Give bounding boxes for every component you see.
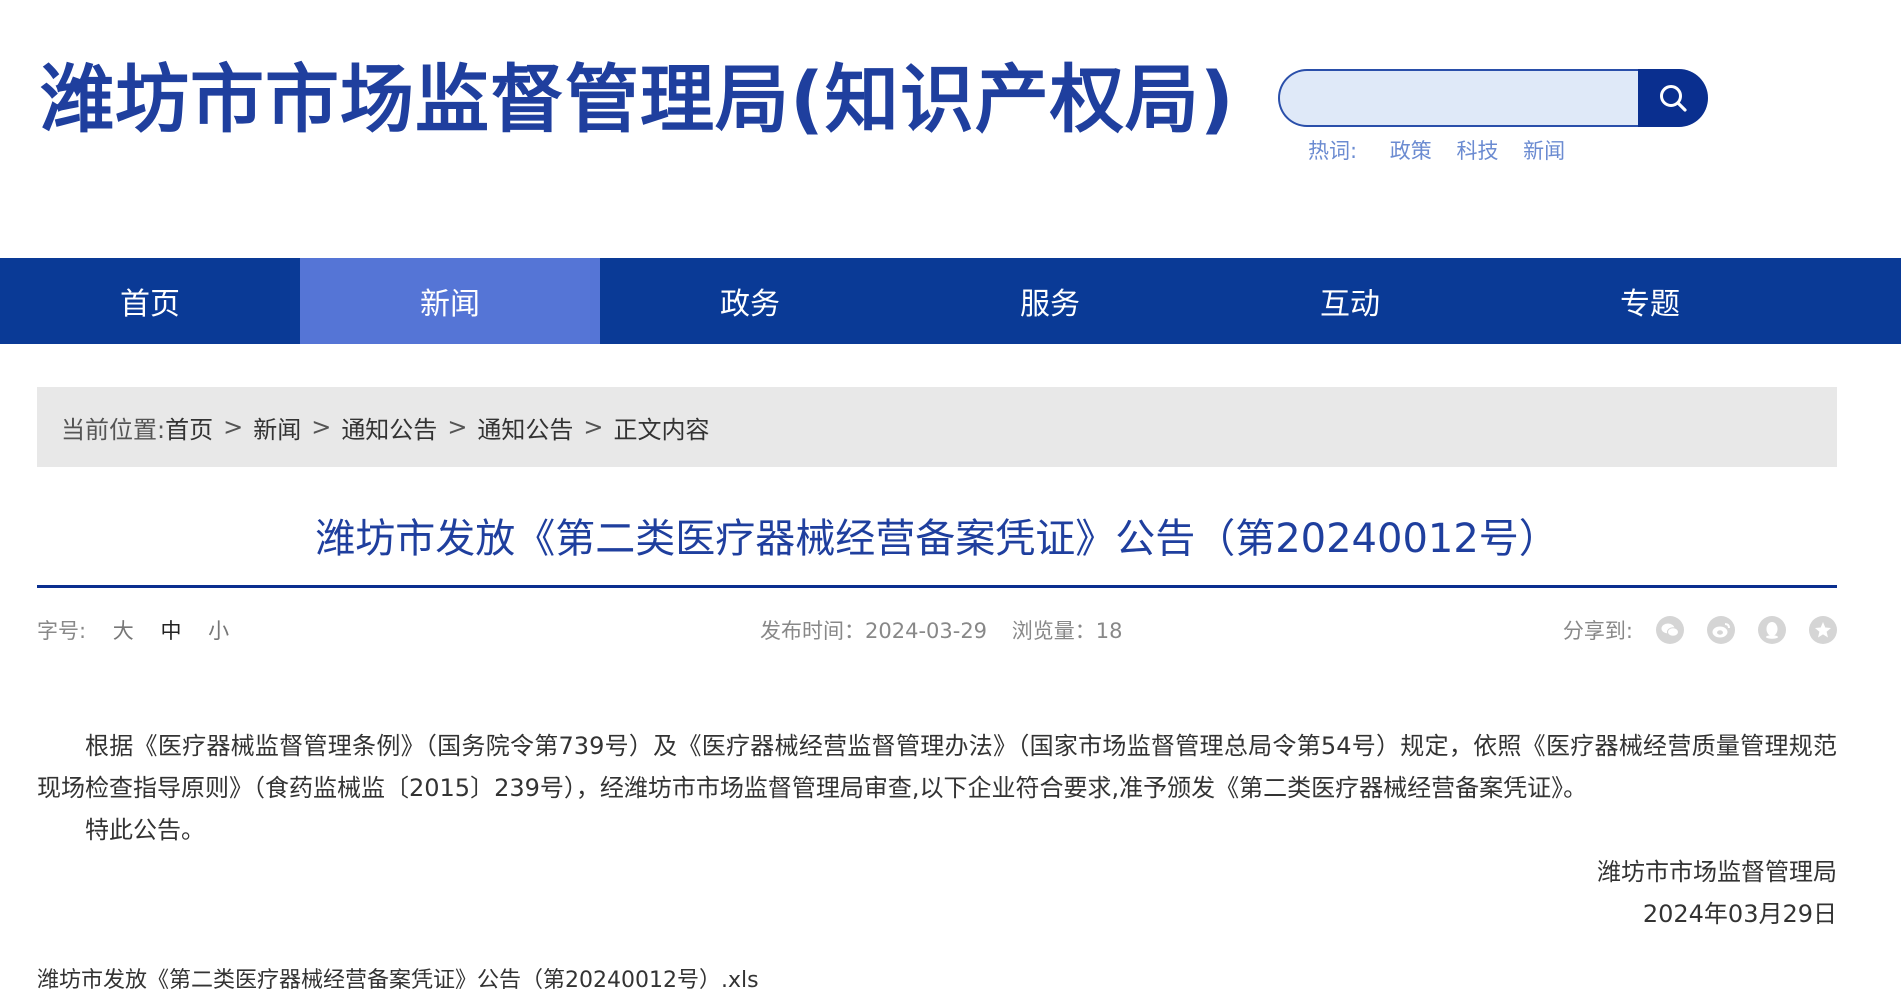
search-box	[1278, 69, 1708, 127]
nav-item-home[interactable]: 首页	[0, 258, 300, 344]
nav-item-affairs[interactable]: 政务	[600, 258, 900, 344]
search-button[interactable]	[1638, 69, 1708, 127]
qq-icon[interactable]	[1758, 616, 1786, 644]
breadcrumb-item[interactable]: 新闻	[253, 410, 301, 445]
publish-info: 发布时间：2024-03-29 浏览量：18	[760, 615, 1122, 645]
article-body: 根据《医疗器械监督管理条例》（国务院令第739号）及《医疗器械经营监督管理办法》…	[37, 725, 1837, 935]
article-meta: 字号: 大 中 小 发布时间：2024-03-29 浏览量：18 分享到:	[37, 615, 1837, 647]
article-paragraph: 特此公告。	[85, 816, 205, 844]
breadcrumb-item-current: 正文内容	[613, 415, 710, 444]
breadcrumb: 当前位置: 首页 > 新闻 > 通知公告 > 通知公告 > 正文内容	[37, 387, 1837, 467]
font-size-label: 字号:	[37, 619, 87, 643]
breadcrumb-label: 当前位置:	[61, 415, 166, 444]
breadcrumb-separator: >	[223, 413, 244, 441]
weibo-icon[interactable]	[1707, 616, 1735, 644]
font-size-large-button[interactable]: 大	[113, 619, 134, 643]
font-size-small-button[interactable]: 小	[208, 619, 229, 643]
article-paragraph: 根据《医疗器械监督管理条例》（国务院令第739号）及《医疗器械经营监督管理办法》…	[37, 732, 1837, 802]
view-count: 浏览量：18	[1011, 619, 1123, 643]
share-bar: 分享到:	[1563, 615, 1837, 645]
article-title: 潍坊市发放《第二类医疗器械经营备案凭证》公告（第20240012号）	[315, 516, 1559, 562]
hot-words-label: 热词:	[1308, 139, 1358, 163]
hot-word-link[interactable]: 政策	[1390, 139, 1432, 163]
breadcrumb-separator: >	[311, 413, 332, 441]
breadcrumb-separator: >	[447, 413, 468, 441]
site-title: 潍坊市市场监督管理局(知识产权局)	[40, 57, 1235, 143]
publish-time: 发布时间：2024-03-29	[760, 619, 988, 643]
nav-item-news[interactable]: 新闻	[300, 258, 600, 344]
nav-item-interaction[interactable]: 互动	[1200, 258, 1500, 344]
hot-words: 热词: 政策 科技 新闻	[1308, 135, 1583, 165]
search-input[interactable]	[1278, 69, 1652, 127]
font-size-control: 字号: 大 中 小	[37, 615, 229, 645]
main-nav: 首页 新闻 政务 服务 互动 专题	[0, 258, 1901, 344]
breadcrumb-item[interactable]: 首页	[165, 410, 213, 445]
title-divider	[37, 585, 1837, 588]
search-icon	[1660, 85, 1687, 112]
breadcrumb-item[interactable]: 通知公告	[341, 410, 437, 445]
hot-word-link[interactable]: 新闻	[1523, 139, 1565, 163]
wechat-icon[interactable]	[1656, 616, 1684, 644]
breadcrumb-item[interactable]: 通知公告	[477, 410, 573, 445]
breadcrumb-separator: >	[583, 413, 604, 441]
hot-word-link[interactable]: 科技	[1456, 139, 1498, 163]
qzone-icon[interactable]	[1809, 616, 1837, 644]
attachment-link[interactable]: 潍坊市发放《第二类医疗器械经营备案凭证》公告（第20240012号）.xls	[37, 962, 759, 994]
font-size-medium-button[interactable]: 中	[160, 619, 181, 643]
signature: 潍坊市市场监督管理局	[1597, 858, 1837, 886]
nav-item-topics[interactable]: 专题	[1500, 258, 1800, 344]
signature-date: 2024年03月29日	[1642, 900, 1837, 928]
site-header: 潍坊市市场监督管理局(知识产权局) 热词: 政策 科技 新闻	[0, 0, 1901, 258]
share-label: 分享到:	[1562, 619, 1633, 643]
nav-item-services[interactable]: 服务	[900, 258, 1200, 344]
